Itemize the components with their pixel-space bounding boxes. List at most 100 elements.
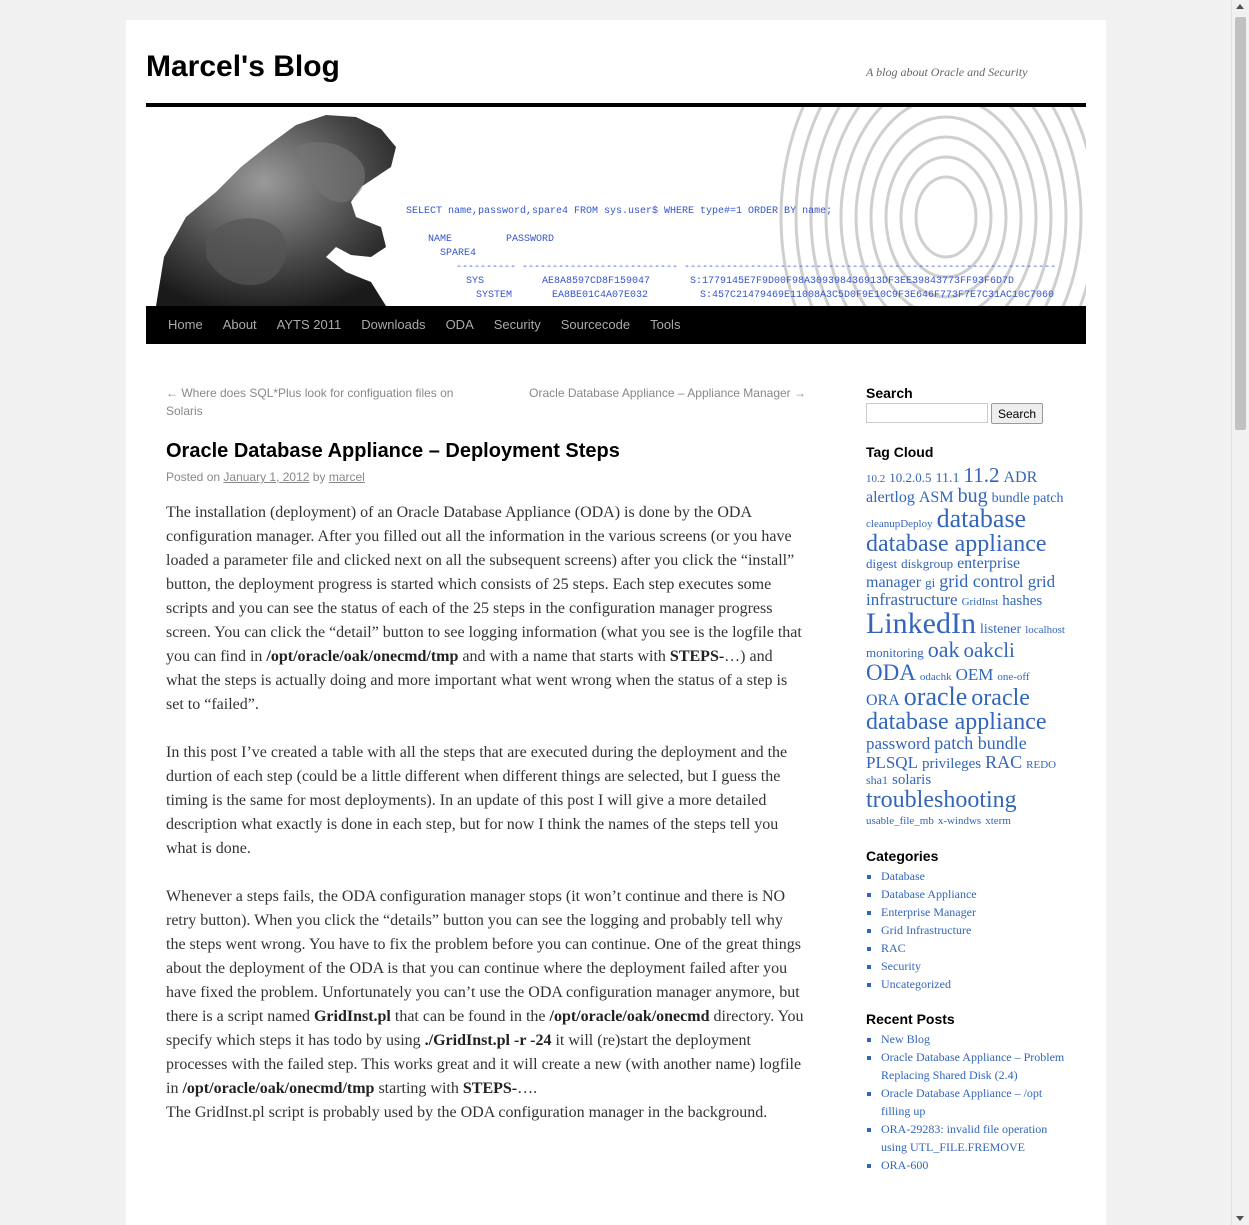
tag-link[interactable]: oak — [928, 637, 960, 662]
menu-item-oda[interactable]: ODA — [436, 306, 484, 344]
svg-text:SYS: SYS — [466, 276, 484, 287]
tag-link[interactable]: localhost — [1025, 624, 1065, 636]
svg-text:SELECT name,password,spare4 FR: SELECT name,password,spare4 FROM sys.use… — [406, 205, 832, 217]
tag-link[interactable]: RAC — [985, 752, 1022, 772]
recent-posts-list: New Blog Oracle Database Appliance – Pro… — [866, 1030, 1066, 1174]
search-widget-title: Search — [866, 385, 913, 401]
tag-link[interactable]: xterm — [985, 815, 1011, 827]
category-grid-infrastructure[interactable]: Grid Infrastructure — [881, 921, 1066, 939]
scroll-up-arrow-icon[interactable] — [1236, 4, 1244, 9]
svg-text:SPARE4: SPARE4 — [440, 248, 476, 259]
tag-link[interactable]: oakcli — [964, 638, 1015, 662]
menu-item-ayts-2011[interactable]: AYTS 2011 — [267, 306, 352, 344]
tag-link[interactable]: database appliance — [866, 531, 1047, 557]
recent-post-link[interactable]: ORA-29283: invalid file operation using … — [881, 1120, 1066, 1156]
banner-image: SELECT name,password,spare4 FROM sys.use… — [156, 107, 1086, 306]
tag-link[interactable]: gi — [925, 575, 935, 590]
tag-link[interactable]: 11.1 — [936, 471, 960, 486]
menu-item-downloads[interactable]: Downloads — [351, 306, 435, 344]
tag-link[interactable]: monitoring — [866, 645, 924, 660]
by-label: by — [312, 470, 326, 484]
tagcloud-widget-title: Tag Cloud — [866, 444, 934, 460]
recent-post-link[interactable]: ORA-600 — [881, 1156, 1066, 1174]
menu-item-tools[interactable]: Tools — [640, 306, 690, 344]
post-title[interactable]: Oracle Database Appliance – Deployment S… — [166, 440, 620, 463]
tag-link[interactable]: digest — [866, 556, 897, 571]
thinker-statue-image — [156, 115, 396, 306]
page-scrollbar[interactable] — [1231, 0, 1249, 1225]
posted-on-label: Posted on — [166, 470, 221, 484]
category-rac[interactable]: RAC — [881, 939, 1066, 957]
author-link[interactable]: marcel — [329, 470, 365, 484]
scrollbar-thumb[interactable] — [1235, 17, 1246, 430]
svg-text:PASSWORD: PASSWORD — [506, 234, 554, 245]
recent-post-link[interactable]: Oracle Database Appliance – Problem Repl… — [881, 1048, 1066, 1084]
site-description: A blog about Oracle and Security — [866, 65, 1028, 79]
paragraph-2: In this post I’ve created a table with a… — [166, 744, 788, 857]
sidebar: Search Search Tag Cloud 10.2 10.2.0.5 11… — [866, 384, 1066, 1174]
menu-item-home[interactable]: Home — [158, 306, 213, 344]
next-post-link[interactable]: Oracle Database Appliance – Appliance Ma… — [529, 384, 806, 402]
tag-link[interactable]: REDO — [1026, 759, 1056, 771]
tag-link[interactable]: grid control — [939, 571, 1023, 591]
scroll-down-arrow-icon[interactable] — [1236, 1216, 1244, 1221]
previous-post-link[interactable]: ← Where does SQL*Plus look for configuat… — [166, 384, 466, 420]
svg-text:SYSTEM: SYSTEM — [476, 290, 512, 301]
tag-link[interactable]: diskgroup — [901, 556, 953, 571]
search-input[interactable] — [866, 403, 988, 423]
tag-link[interactable]: sha1 — [866, 773, 888, 787]
menu-item-sourcecode[interactable]: Sourcecode — [551, 306, 640, 344]
categories-widget-title: Categories — [866, 848, 939, 864]
post-meta: Posted on January 1, 2012 by marcel — [166, 470, 365, 484]
tag-link[interactable]: listener — [980, 622, 1021, 637]
category-uncategorized[interactable]: Uncategorized — [881, 975, 1066, 993]
svg-text:S:457C21479469E11008A3C5D0F9E1: S:457C21479469E11008A3C5D0F9E10C9F3E646F… — [700, 290, 1054, 301]
svg-text:---------- -------------------: ---------- -------------------------- --… — [456, 262, 1056, 273]
tag-cloud: 10.2 10.2.0.5 11.1 11.2 ADR alertlog ASM… — [866, 465, 1066, 828]
tag-link[interactable]: x-windws — [938, 815, 981, 827]
tag-link[interactable]: LinkedIn — [866, 607, 976, 640]
post-date-link[interactable]: January 1, 2012 — [223, 470, 309, 484]
recent-posts-widget-title: Recent Posts — [866, 1011, 955, 1027]
tag-link[interactable]: hashes — [1002, 593, 1042, 609]
tag-link[interactable]: one-off — [997, 671, 1029, 683]
category-enterprise-manager[interactable]: Enterprise Manager — [881, 903, 1066, 921]
tag-link[interactable]: 11.2 — [963, 463, 999, 487]
tag-link[interactable]: PLSQL — [866, 753, 918, 772]
tag-link[interactable]: alertlog — [866, 489, 915, 506]
tag-link[interactable]: ADR — [1003, 469, 1037, 486]
tag-link[interactable]: solaris — [892, 772, 931, 788]
tag-link[interactable]: password — [866, 734, 930, 753]
post-body: The installation (deployment) of an Orac… — [166, 501, 806, 1149]
site-title[interactable]: Marcel's Blog — [146, 50, 340, 84]
svg-text:EA8BE01C4A07E032: EA8BE01C4A07E032 — [552, 290, 648, 301]
tag-link[interactable]: 10.2 — [866, 473, 885, 485]
svg-text:S:1779145E7F9D00F98A3093984369: S:1779145E7F9D00F98A309398436913DF3EE398… — [690, 276, 1014, 287]
tag-link[interactable]: ORA — [866, 692, 900, 709]
tag-link[interactable]: privileges — [922, 756, 981, 772]
paragraph-3: Whenever a steps fails, the ODA configur… — [166, 888, 804, 1121]
tag-link[interactable]: 10.2.0.5 — [889, 470, 931, 485]
tag-link[interactable]: patch bundle — [934, 733, 1026, 753]
search-form: Search — [866, 403, 1066, 424]
tag-link[interactable]: oracle — [904, 682, 968, 711]
menu-item-security[interactable]: Security — [484, 306, 551, 344]
category-database[interactable]: Database — [881, 867, 1066, 885]
search-button[interactable]: Search — [991, 403, 1044, 424]
category-security[interactable]: Security — [881, 957, 1066, 975]
recent-post-link[interactable]: Oracle Database Appliance – /opt filling… — [881, 1084, 1066, 1120]
tag-link[interactable]: troubleshooting — [866, 787, 1017, 813]
menu-item-about[interactable]: About — [213, 306, 267, 344]
paragraph-1: The installation (deployment) of an Orac… — [166, 504, 802, 713]
category-database-appliance[interactable]: Database Appliance — [881, 885, 1066, 903]
tag-link[interactable]: database — [937, 504, 1027, 533]
categories-list: Database Database Appliance Enterprise M… — [866, 867, 1066, 993]
svg-text:AE8A8597CD8F159047: AE8A8597CD8F159047 — [542, 276, 650, 287]
main-menu: Home About AYTS 2011 Downloads ODA Secur… — [146, 306, 1086, 344]
tag-link[interactable]: cleanupDeploy — [866, 518, 933, 530]
page-wrapper: Marcel's Blog A blog about Oracle and Se… — [126, 20, 1106, 1225]
recent-post-link[interactable]: New Blog — [881, 1030, 1066, 1048]
header-banner: SELECT name,password,spare4 FROM sys.use… — [146, 107, 1086, 306]
svg-text:NAME: NAME — [428, 234, 452, 245]
tag-link[interactable]: usable_file_mb — [866, 815, 934, 827]
